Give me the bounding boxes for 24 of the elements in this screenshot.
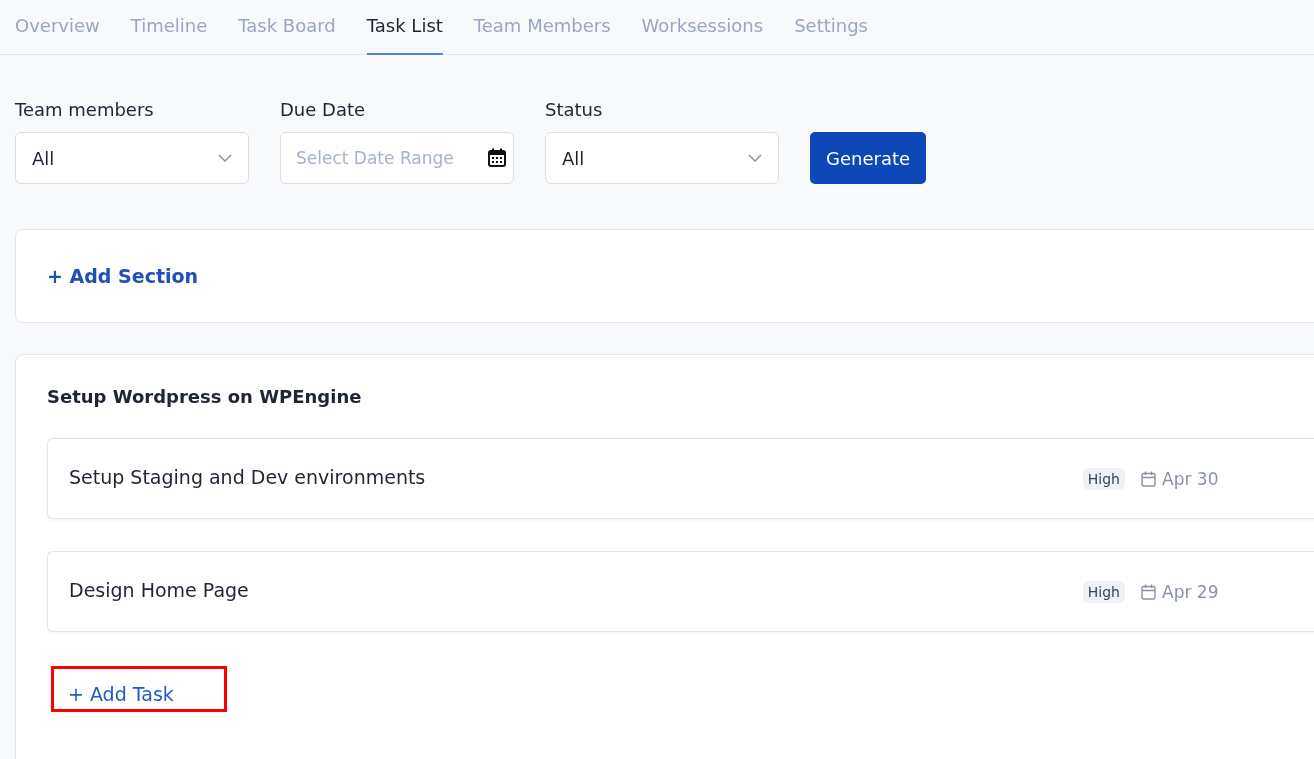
calendar-icon — [1141, 470, 1156, 487]
task-title: Design Home Page — [69, 578, 250, 603]
section-title: Setup Wordpress on WPEngine — [47, 386, 363, 407]
priority-tag: High — [1082, 467, 1125, 490]
filter-label: Team members — [15, 99, 155, 120]
due-date: Apr 30 — [1162, 468, 1219, 489]
generate-button[interactable]: Generate — [810, 132, 927, 184]
dropdown[interactable]: All — [15, 132, 249, 184]
date-range-field[interactable]: Select Date Range — [280, 132, 514, 184]
add-section-link[interactable]: + Add Section — [47, 265, 199, 287]
dropdown[interactable]: All — [545, 132, 779, 184]
due-date: Apr 29 — [1162, 581, 1219, 602]
tab[interactable]: Task List — [366, 0, 443, 55]
task-row[interactable]: Setup Staging and Dev environments High Apr 30 — [47, 438, 1314, 519]
chevron-down-icon — [748, 154, 762, 162]
task-row[interactable]: Design Home Page High Apr 29 — [47, 551, 1314, 632]
priority-tag: High — [1082, 580, 1125, 603]
calendar-icon — [488, 148, 506, 167]
calendar-icon — [1141, 583, 1156, 600]
filter-label: Status — [545, 99, 604, 120]
add-task-link[interactable]: + Add Task — [68, 683, 174, 705]
filter-label: Due Date — [280, 99, 367, 120]
chevron-down-icon — [218, 154, 232, 162]
task-title: Setup Staging and Dev environments — [69, 465, 427, 490]
